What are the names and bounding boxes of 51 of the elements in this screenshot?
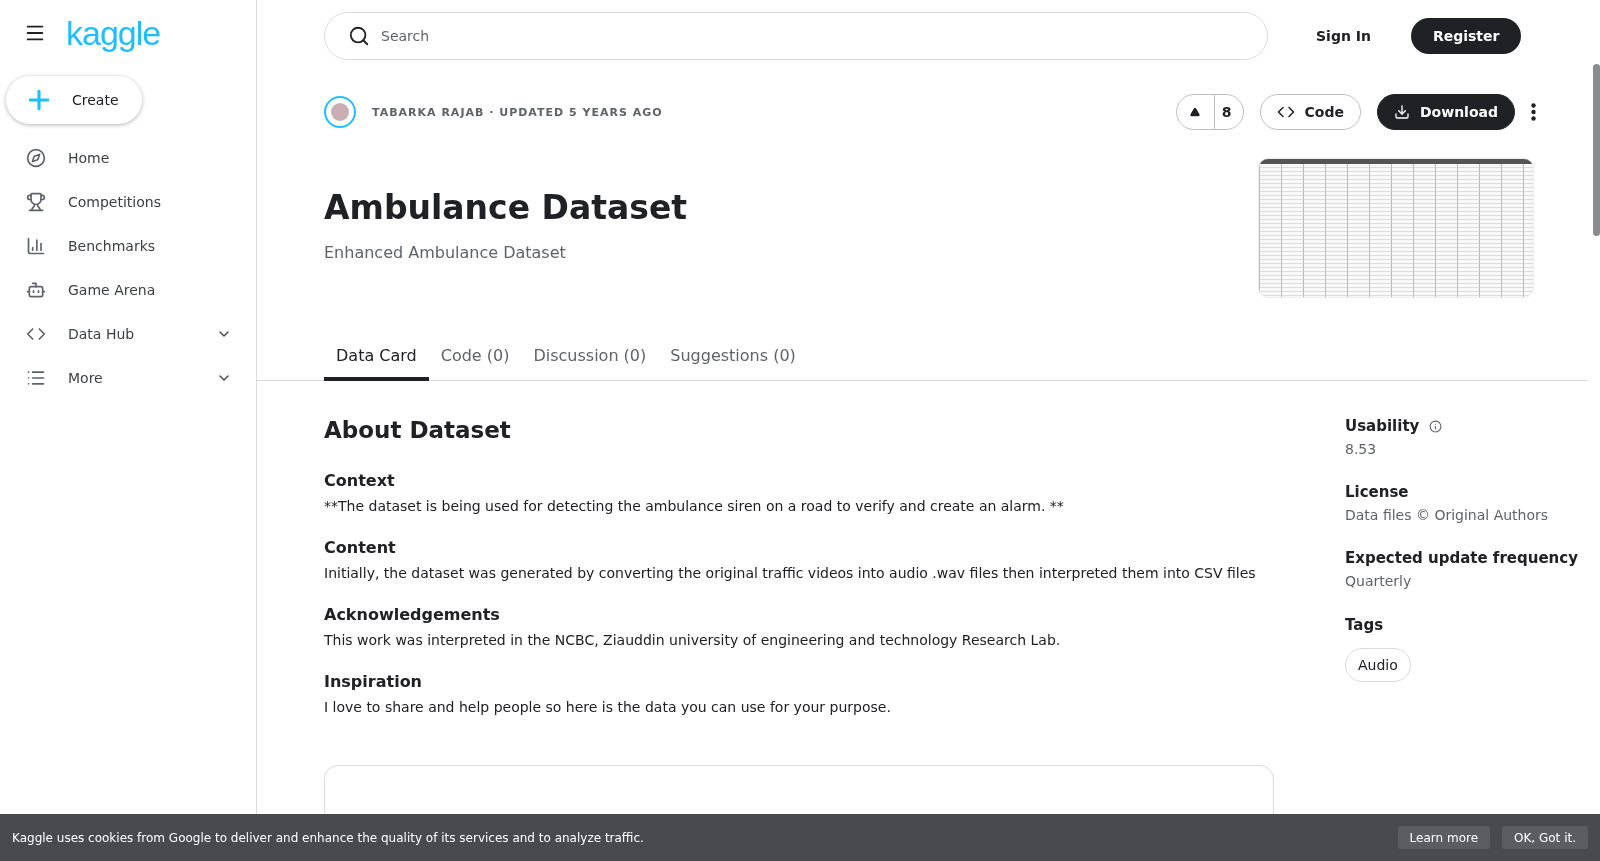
more-options-button[interactable] <box>1531 103 1536 121</box>
compass-icon <box>26 148 46 168</box>
meta-value: Quarterly <box>1345 573 1413 589</box>
search-icon <box>348 25 370 47</box>
sidebar-item[interactable]: Benchmarks <box>6 224 250 268</box>
paragraph: I love to share and help people so here is the data you can use for your purpose. <box>324 699 892 715</box>
list-icon <box>26 368 46 388</box>
trophy-icon <box>26 192 46 212</box>
triangle-up-icon <box>1190 107 1201 117</box>
section-heading: About Dataset <box>324 417 512 443</box>
sidebar-item[interactable]: More <box>6 356 250 400</box>
tab[interactable]: Suggestions (0) <box>658 336 808 381</box>
meta-value: Data files © Original Authors <box>1345 507 1550 523</box>
meta-label: Tags <box>1345 616 1384 634</box>
upvote-count: 8 <box>1220 103 1233 122</box>
cookie-text: Kaggle uses cookies from Google to deliver and enhance the quality of its services and to analyze traffic. <box>12 830 645 845</box>
dataset-title: Ambulance Dataset <box>324 188 689 227</box>
scrollbar[interactable] <box>1593 64 1600 236</box>
sidebar-item[interactable]: Home <box>6 136 250 180</box>
meta-value: 8.53 <box>1345 441 1378 457</box>
sidebar-item[interactable]: Data Hub <box>6 312 250 356</box>
author-byline: TABARKA RAJAB · UPDATED 5 YEARS AGO <box>372 105 663 119</box>
learn-more-button[interactable]: Learn more <box>1397 826 1491 849</box>
info-icon[interactable] <box>1429 419 1443 433</box>
sidebar-item[interactable]: Game Arena <box>6 268 250 312</box>
search-field[interactable]: Search <box>324 12 1268 60</box>
code-button[interactable]: Code <box>1259 94 1361 130</box>
meta-label: License <box>1345 483 1409 501</box>
paragraph: This work was interpreted in the NCBC, Ziauddin university of engineering and technology Research Lab. <box>324 632 1062 648</box>
sidebar-item[interactable]: Competitions <box>6 180 250 224</box>
bar-chart-icon <box>26 236 46 256</box>
robot-icon <box>26 280 46 300</box>
more-vertical-icon <box>1531 103 1536 121</box>
download-icon <box>1393 104 1410 120</box>
download-button[interactable]: Download <box>1376 94 1515 130</box>
paragraph: Initially, the dataset was generated by converting the original traffic videos into audio .wav files then interpreted them into CSV files <box>324 565 1257 581</box>
subsection-heading: Acknowledgements <box>324 605 501 624</box>
tab[interactable]: Code (0) <box>428 336 522 381</box>
subsection-heading: Content <box>324 538 397 557</box>
subsection-heading: Context <box>324 471 396 490</box>
accept-button[interactable]: OK, Got it. <box>1502 826 1588 849</box>
sign-in-link[interactable]: Sign In <box>1316 28 1371 44</box>
dataset-subtitle: Enhanced Ambulance Dataset <box>324 243 567 262</box>
subsection-heading: Inspiration <box>324 672 423 691</box>
meta-label: Expected update frequency <box>1345 549 1578 567</box>
tab[interactable]: Data Card <box>324 336 429 381</box>
paragraph: **The dataset is being used for detecting the ambulance siren on a road to verify and create an alarm. ** <box>324 498 1065 514</box>
create-button[interactable]: Create <box>6 76 142 124</box>
register-button[interactable]: Register <box>1410 18 1522 54</box>
meta-label: Usability <box>1345 417 1420 435</box>
tab[interactable]: Discussion (0) <box>521 336 659 381</box>
